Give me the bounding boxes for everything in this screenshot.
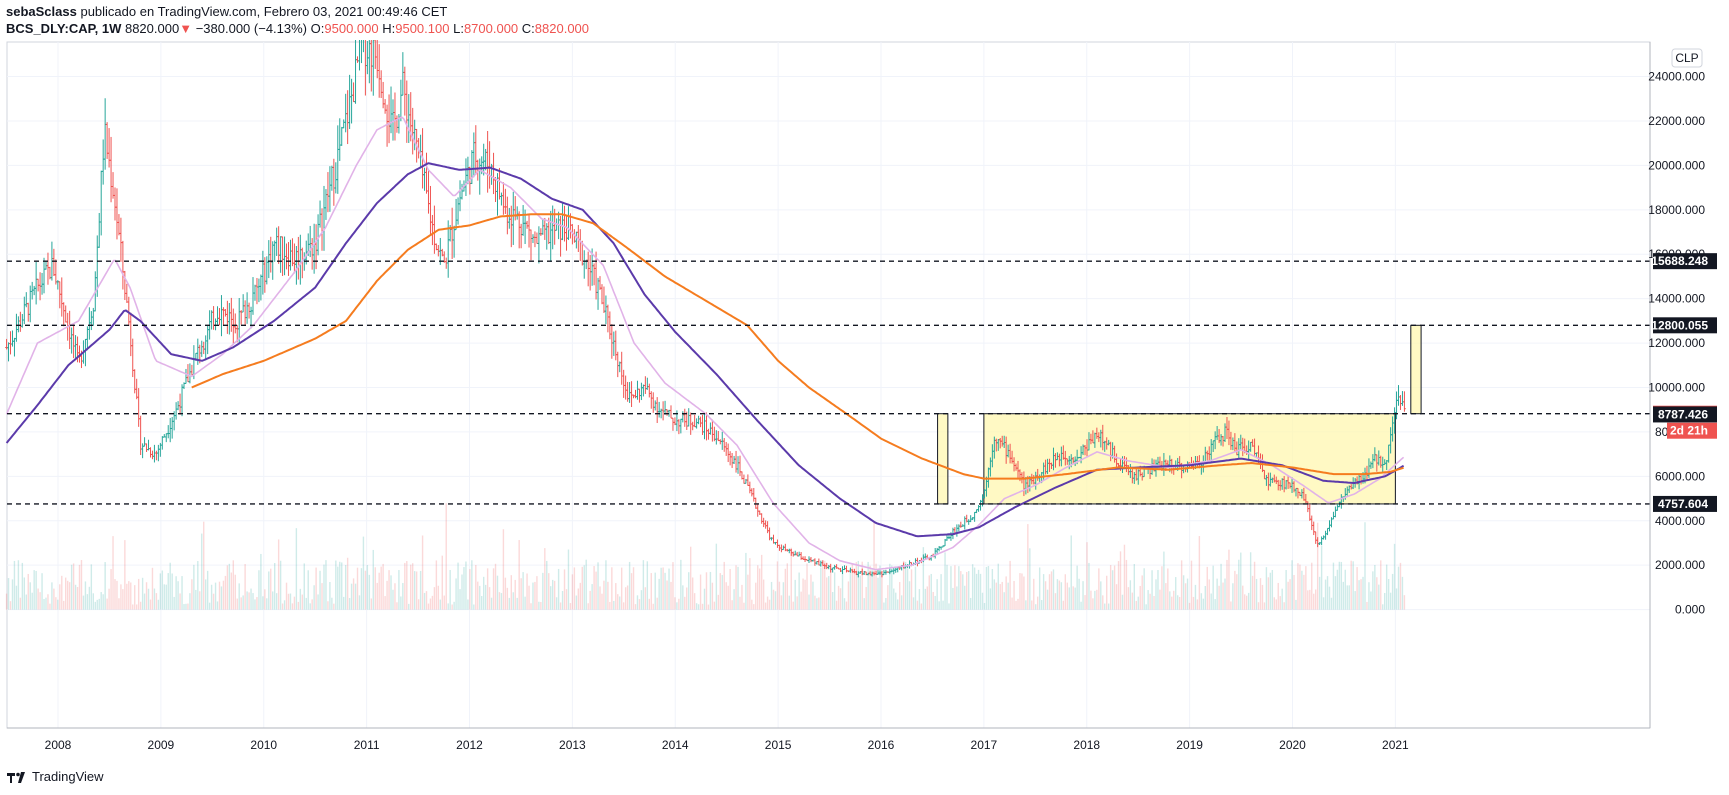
time-tick-label: 2018 [1073, 738, 1100, 752]
price-tick-label: 20000.000 [1648, 158, 1705, 172]
range-box-target-marker [1410, 324, 1422, 415]
last-price: 8820.000 [124, 21, 180, 36]
published-text: publicado en TradingView.com, Febrero 03… [80, 4, 448, 19]
price-tick-label: 10000.000 [1648, 381, 1705, 395]
currency-button[interactable]: CLP [1671, 48, 1703, 68]
publish-line: sebaSclass publicado en TradingView.com,… [6, 4, 447, 19]
price-tag-label: 12800.055 [1651, 318, 1708, 332]
price-tag-label: 15688.248 [1651, 254, 1708, 268]
range-box-main [983, 413, 1396, 505]
price-chart[interactable]: 26000.00024000.00022000.00020000.0001800… [0, 40, 1729, 760]
time-tick-label: 2020 [1279, 738, 1306, 752]
ohlc-line: BCS_DLY:CAP, 1W 8820.000▼ −380.000 (−4.1… [6, 21, 589, 36]
close-value: 8820.000 [534, 21, 590, 36]
plot-frame [6, 41, 1651, 729]
price-tick-label: 24000.000 [1648, 70, 1705, 84]
author-name[interactable]: sebaSclass [6, 4, 77, 19]
time-tick-label: 2017 [971, 738, 998, 752]
close-label: C: [521, 21, 535, 36]
low-value: 8700.000 [463, 21, 519, 36]
price-tag-label: 4757.604 [1658, 497, 1708, 511]
time-tick-label: 2008 [45, 738, 72, 752]
price-tick-label: 12000.000 [1648, 336, 1705, 350]
time-tick-label: 2016 [868, 738, 895, 752]
range-box-left-marker [937, 413, 949, 505]
open-value: 9500.000 [324, 21, 379, 36]
price-tick-label: 22000.000 [1648, 114, 1705, 128]
high-value: 9500.100 [395, 21, 450, 36]
time-tick-label: 2015 [765, 738, 792, 752]
change-value: −380.000 (−4.13%) [195, 21, 308, 36]
price-tick-label: 14000.000 [1648, 292, 1705, 306]
open-label: O: [310, 21, 325, 36]
time-tick-label: 2019 [1176, 738, 1203, 752]
time-tick-label: 2012 [456, 738, 483, 752]
tradingview-brand[interactable]: TradingView [6, 769, 104, 784]
price-tag-label: 8787.426 [1658, 407, 1708, 421]
tradingview-logo-icon [6, 770, 28, 783]
high-label: H: [382, 21, 396, 36]
price-tick-label: 4000.000 [1655, 514, 1705, 528]
time-tick-label: 2009 [148, 738, 175, 752]
tradingview-brand-label: TradingView [32, 769, 104, 784]
low-label: L: [453, 21, 464, 36]
down-arrow-icon: ▼ [179, 21, 193, 36]
time-tick-label: 2010 [250, 738, 277, 752]
price-tick-label: 0.000 [1675, 603, 1705, 617]
currency-label[interactable]: CLP [1675, 51, 1698, 65]
price-tick-label: 2000.000 [1655, 558, 1705, 572]
time-tick-label: 2014 [662, 738, 689, 752]
price-tick-label: 18000.000 [1648, 203, 1705, 217]
time-axis[interactable]: 2008 2009 2010 2011 2012 2013 2014 2015 2016 2017… [45, 738, 1409, 752]
time-tick-label: 2013 [559, 738, 586, 752]
time-tick-label: 2021 [1382, 738, 1409, 752]
price-tick-label: 6000.000 [1655, 469, 1705, 483]
time-tick-label: 2011 [354, 738, 380, 752]
symbol-label: BCS_DLY:CAP, 1W [6, 21, 122, 36]
countdown-tag-label: 2d 21h [1670, 424, 1708, 438]
